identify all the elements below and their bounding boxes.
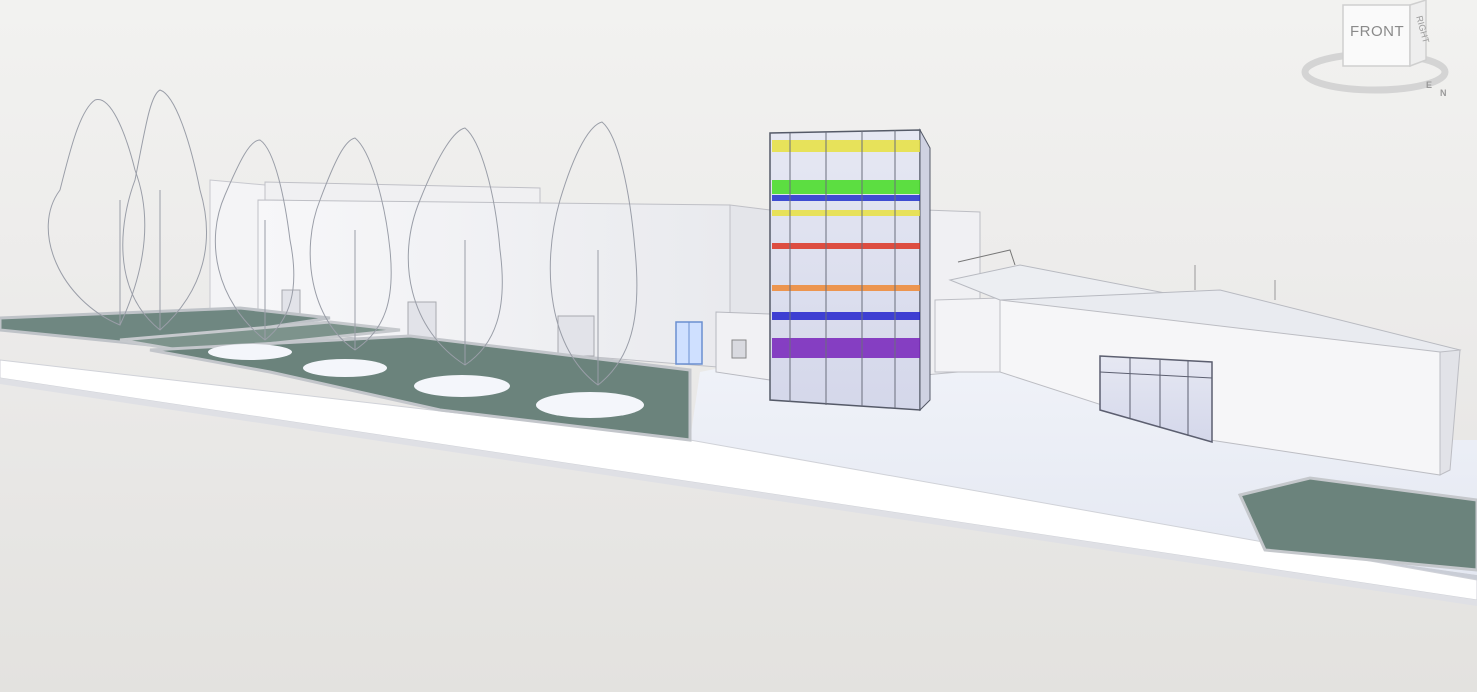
viewcube-graphic: FRONT RIGHT E N: [1301, 0, 1449, 98]
tower-floor-band: [772, 338, 920, 358]
tower-floor-band: [772, 243, 920, 249]
tower-floor-band: [772, 180, 920, 194]
tower-floor-band: [772, 195, 920, 201]
compass-label-e: E: [1426, 80, 1432, 90]
tower-floor-band: [772, 210, 920, 216]
compass-label-n: N: [1440, 88, 1447, 98]
tower-floor-band: [772, 140, 920, 152]
glass-tower: [769, 128, 931, 412]
building-model-scene: [0, 89, 1477, 606]
viewcube-widget[interactable]: FRONT RIGHT E N: [1300, 0, 1477, 105]
cube-front-label: FRONT: [1350, 23, 1404, 40]
3d-model-viewport[interactable]: FRONT RIGHT E N: [0, 0, 1477, 692]
tower-floor-band: [772, 312, 920, 320]
tower-floor-band: [772, 285, 920, 291]
